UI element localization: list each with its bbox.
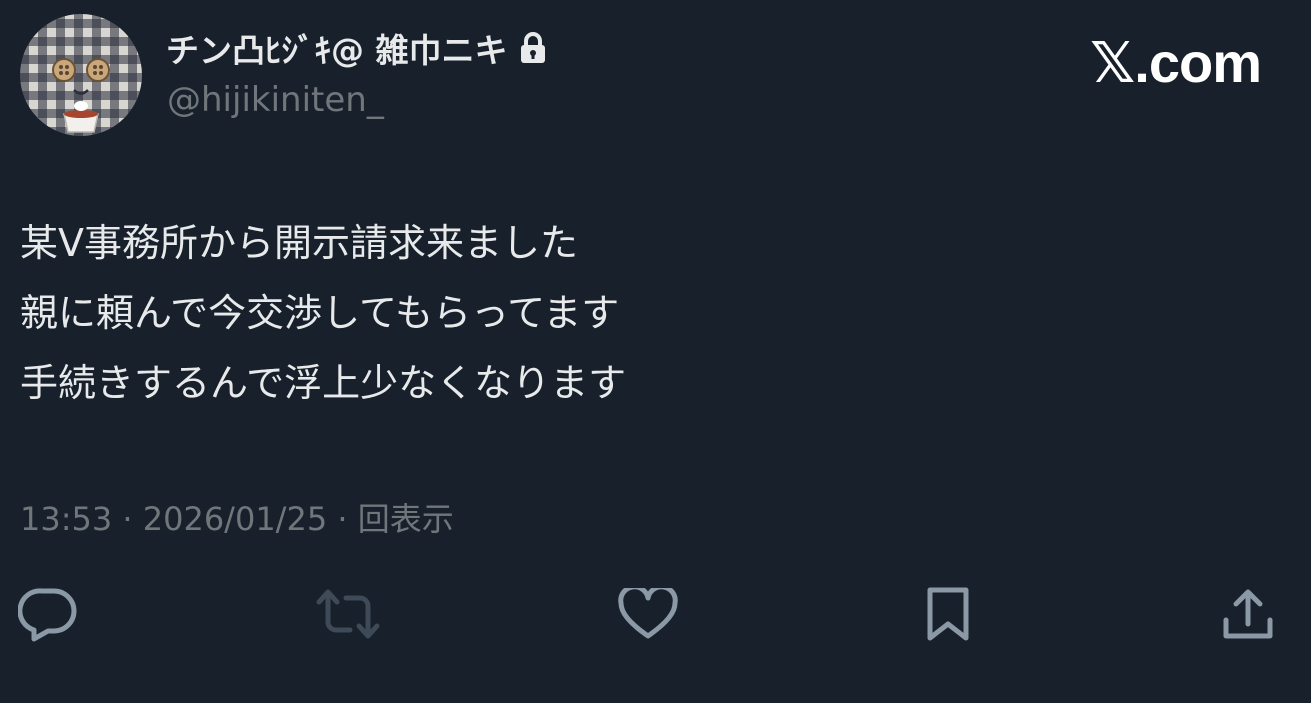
like-button[interactable] bbox=[616, 582, 680, 646]
share-button[interactable] bbox=[1216, 582, 1280, 646]
user-handle[interactable]: @hijikiniten_ bbox=[167, 80, 384, 120]
avatar[interactable] bbox=[20, 14, 142, 136]
reply-icon bbox=[18, 588, 77, 642]
lock-icon bbox=[518, 31, 548, 65]
share-icon bbox=[1223, 589, 1273, 639]
tweet-line: 親に頼んで今交渉してもらってます bbox=[20, 291, 620, 335]
reply-button[interactable] bbox=[16, 582, 80, 646]
bookmark-button[interactable] bbox=[916, 582, 980, 646]
display-name[interactable]: チン凸ﾋｼﾞｷ@ 雑巾ニキ bbox=[166, 24, 508, 72]
bookmark-icon bbox=[927, 587, 969, 641]
tweet-meta[interactable]: 13:53 · 2026/01/25 · 回表示 bbox=[20, 494, 454, 540]
retweet-button[interactable] bbox=[316, 582, 380, 646]
display-name-row: チン凸ﾋｼﾞｷ@ 雑巾ニキ bbox=[166, 22, 548, 74]
tweet-line: 某V事務所から開示請求来ました bbox=[20, 221, 578, 265]
avatar-plush-icon bbox=[52, 58, 110, 133]
x-logo: 𝕏.com bbox=[1090, 31, 1262, 94]
retweet-icon bbox=[316, 589, 380, 639]
tweet-line: 手続きするんで浮上少なくなります bbox=[20, 361, 627, 405]
tweet-text: 某V事務所から開示請求来ました 親に頼んで今交渉してもらってます 手続きするんで… bbox=[20, 208, 626, 418]
like-icon bbox=[618, 588, 678, 639]
